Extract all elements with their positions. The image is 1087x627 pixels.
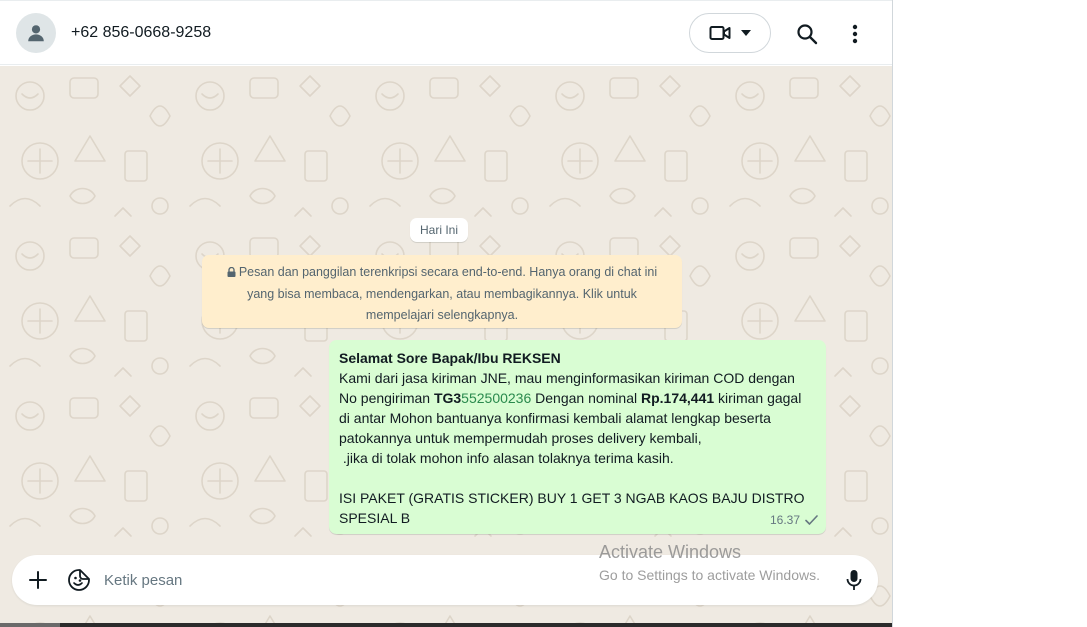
- message-time: 16.37: [769, 513, 800, 527]
- message-bubble[interactable]: Selamat Sore Bapak/Ibu REKSEN Kami dari …: [329, 340, 826, 534]
- sticker-button[interactable]: [66, 567, 92, 593]
- attach-button[interactable]: [26, 568, 50, 592]
- taskbar-edge: [0, 623, 892, 627]
- tracking-number-link[interactable]: 552500236: [461, 390, 531, 406]
- encryption-notice-text: Pesan dan panggilan terenkripsi secara e…: [238, 265, 658, 322]
- tracking-prefix: TG3: [433, 390, 462, 406]
- message-input[interactable]: [104, 563, 824, 597]
- sticker-icon: [68, 569, 90, 591]
- chat-window: +62 856-0668-9258 Hari Ini Pesan dan pan…: [0, 0, 893, 627]
- taskbar-accent: [0, 623, 60, 627]
- menu-dots-icon: [852, 24, 858, 44]
- message-meta: 16.37: [770, 510, 818, 530]
- search-icon: [797, 24, 818, 45]
- message-line: Kami dari jasa kiriman JNE, mau menginfo…: [339, 370, 795, 386]
- message-line: .jika di tolak mohon info alasan tolakny…: [339, 450, 674, 466]
- message-greeting: Selamat Sore Bapak/Ibu REKSEN: [339, 350, 561, 366]
- plus-icon: [29, 571, 47, 589]
- message-line: SPESIAL B: [339, 510, 411, 526]
- chat-header: +62 856-0668-9258: [0, 0, 892, 65]
- cod-amount: Rp.174,441: [641, 390, 715, 406]
- search-button[interactable]: [793, 20, 821, 48]
- message-composer: [12, 555, 878, 605]
- microphone-icon: [846, 570, 862, 590]
- video-call-button[interactable]: [689, 13, 771, 53]
- dropdown-icon: [741, 30, 751, 36]
- date-chip: Hari Ini: [410, 218, 469, 242]
- voice-message-button[interactable]: [842, 567, 866, 593]
- chat-area[interactable]: Hari Ini Pesan dan panggilan terenkripsi…: [0, 66, 892, 627]
- message-line: patokannya untuk mempermudah proses deli…: [339, 430, 702, 446]
- message-line: di antar Mohon bantuanya konfirmasi kemb…: [339, 410, 771, 426]
- message-line: No pengiriman TG3552500236 Dengan nomina…: [339, 390, 802, 406]
- menu-button[interactable]: [841, 20, 869, 48]
- contact-name[interactable]: +62 856-0668-9258: [71, 24, 211, 42]
- person-icon: [28, 25, 44, 42]
- single-check-icon: [805, 515, 818, 525]
- encryption-notice[interactable]: Pesan dan panggilan terenkripsi secara e…: [202, 255, 682, 328]
- video-call-icon: [709, 26, 731, 40]
- lock-icon: [227, 263, 236, 284]
- message-line: ISI PAKET (GRATIS STICKER) BUY 1 GET 3 N…: [339, 490, 805, 506]
- contact-avatar[interactable]: [16, 13, 56, 53]
